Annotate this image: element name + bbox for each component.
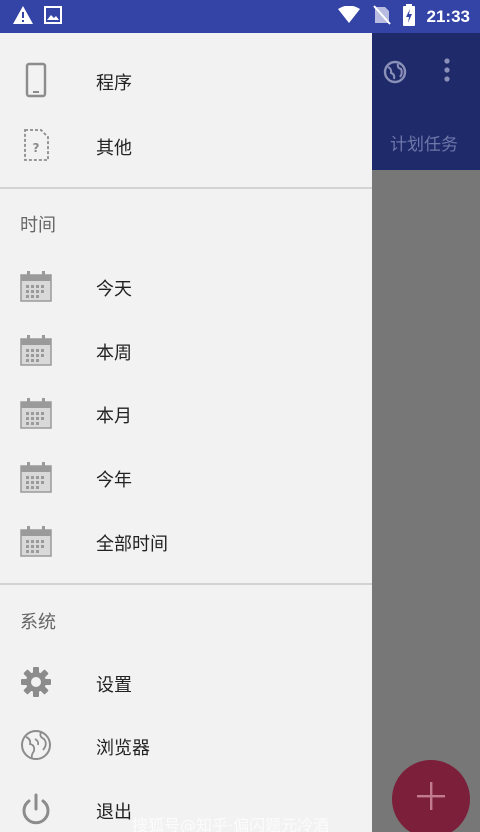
calendar-icon (18, 268, 54, 304)
image-icon (44, 6, 62, 28)
drawer-item-label: 程序 (96, 73, 132, 94)
drawer-item-label: 浏览器 (96, 738, 150, 759)
navigation-drawer: 程序 ? 其他 时间 今天 本周 本月 今年 全部时间 系统 设置 浏览器 退出 (0, 33, 372, 832)
wifi-icon (337, 5, 361, 28)
drawer-item-label: 退出 (96, 802, 132, 823)
drawer-item-label: 本周 (96, 343, 132, 364)
drawer-item-label: 全部时间 (96, 534, 168, 555)
drawer-item-label: 本月 (96, 406, 132, 427)
drawer-item-other[interactable]: ? 其他 (0, 114, 372, 176)
tab-scheduled-tasks[interactable]: 计划任务 (390, 130, 458, 155)
warning-icon (12, 5, 34, 29)
drawer-item-label: 设置 (96, 675, 132, 696)
calendar-icon (18, 523, 54, 559)
drawer-item-settings[interactable]: 设置 (0, 651, 372, 713)
calendar-icon (18, 459, 54, 495)
globe-icon (18, 727, 54, 763)
divider (0, 583, 372, 585)
drawer-item-label: 今年 (96, 470, 132, 491)
drawer-item-this-year[interactable]: 今年 (0, 446, 372, 508)
main-content (372, 170, 480, 832)
globe-icon[interactable] (382, 59, 408, 89)
section-header-system: 系统 (20, 612, 56, 633)
clock: 21:33 (426, 7, 470, 26)
watermark: 搜狐号@知乎·偏闪题元冷酒 (132, 816, 330, 832)
drawer-item-all-time[interactable]: 全部时间 (0, 510, 372, 572)
drawer-item-this-week[interactable]: 本周 (0, 319, 372, 381)
drawer-item-label: 其他 (96, 138, 132, 159)
calendar-icon (18, 395, 54, 431)
drawer-item-programs[interactable]: 程序 (0, 49, 372, 111)
no-sim-icon (372, 5, 391, 29)
drawer-item-label: 今天 (96, 279, 132, 300)
divider (0, 187, 372, 189)
drawer-item-today[interactable]: 今天 (0, 255, 372, 317)
drawer-item-browser[interactable]: 浏览器 (0, 714, 372, 776)
power-icon (18, 791, 54, 827)
more-options-icon[interactable] (443, 57, 451, 87)
gear-icon (18, 664, 54, 700)
calendar-icon (18, 332, 54, 368)
plus-icon (417, 782, 445, 810)
drawer-item-this-month[interactable]: 本月 (0, 382, 372, 444)
add-button[interactable] (392, 760, 470, 832)
app-toolbar: 计划任务 (372, 33, 480, 170)
status-bar: 21:33 (0, 0, 480, 33)
svg-text:?: ? (33, 141, 40, 155)
unknown-file-icon: ? (18, 127, 54, 163)
section-header-time: 时间 (20, 215, 56, 236)
phone-icon (18, 62, 54, 98)
battery-charging-icon (402, 4, 415, 30)
